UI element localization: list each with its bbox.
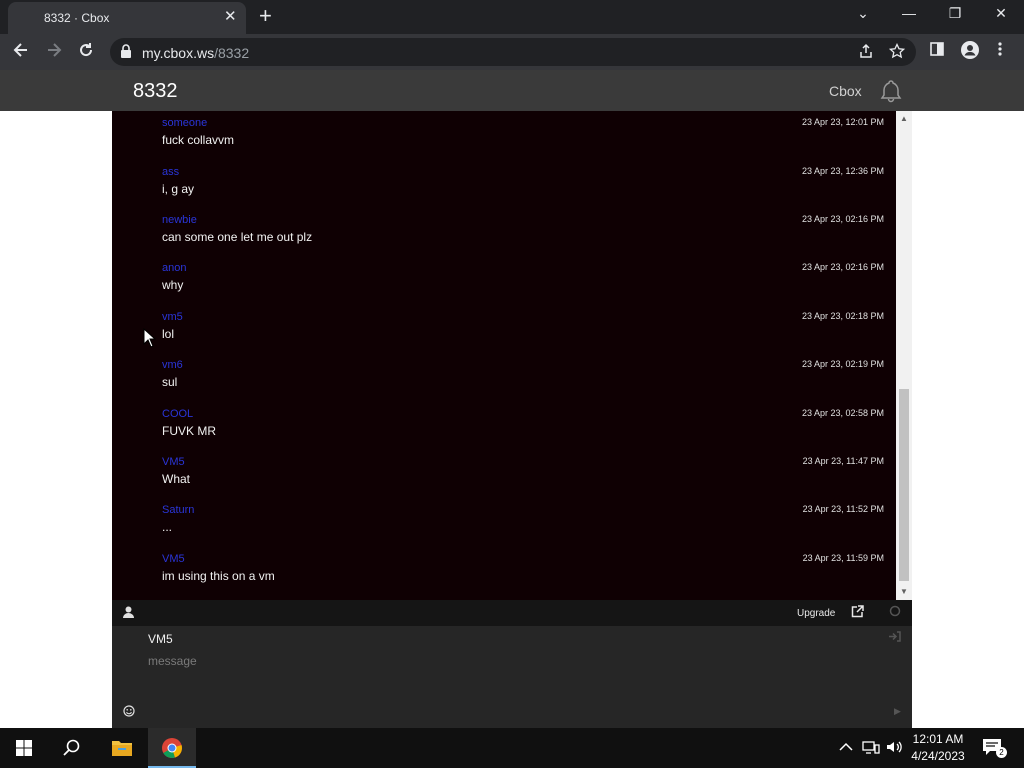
sign-in-icon[interactable]	[889, 631, 901, 645]
message-author[interactable]: Saturn	[162, 504, 194, 516]
message-text: lol	[162, 327, 175, 341]
message-author[interactable]: VM5	[162, 456, 185, 468]
message-time: 23 Apr 23, 02:16 PM	[801, 262, 884, 272]
message-text: fuck collavvm	[162, 133, 235, 147]
bookmark-star-icon[interactable]	[888, 42, 906, 63]
message-item: vm5 lol 23 Apr 23, 02:18 PM	[112, 305, 896, 353]
site-header: 8332 Cbox	[0, 70, 1024, 111]
chat-action-bar: Upgrade	[112, 600, 912, 626]
file-explorer-icon[interactable]	[98, 728, 146, 768]
message-item: VM5 im using this on a vm 23 Apr 23, 11:…	[112, 547, 896, 595]
page-content: 8332 Cbox someone fuck collavvm 23 Apr 2…	[0, 70, 1024, 728]
notification-count-badge: 2	[996, 747, 1007, 758]
tab-title: 8332 · Cbox	[44, 11, 110, 25]
message-author[interactable]: vm6	[162, 359, 183, 371]
message-author[interactable]: anon	[162, 262, 186, 274]
lock-icon[interactable]	[120, 44, 132, 63]
message-author[interactable]: newbie	[162, 214, 197, 226]
message-time: 23 Apr 23, 12:36 PM	[801, 166, 884, 176]
chat-box: someone fuck collavvm 23 Apr 23, 12:01 P…	[112, 111, 912, 728]
message-item: vm6 sul 23 Apr 23, 02:19 PM	[112, 353, 896, 401]
message-time: 23 Apr 23, 12:01 PM	[801, 117, 884, 127]
browser-tab[interactable]: 8332 · Cbox ✕	[8, 2, 246, 34]
message-item: ass i, g ay 23 Apr 23, 12:36 PM	[112, 160, 896, 208]
scroll-up-arrow-icon[interactable]: ▲	[900, 114, 908, 123]
message-item: Saturn ... 23 Apr 23, 11:52 PM	[112, 498, 896, 546]
minimize-icon[interactable]: —	[886, 5, 932, 21]
browser-menu-icon[interactable]	[997, 41, 1003, 62]
message-time: 23 Apr 23, 02:19 PM	[801, 359, 884, 369]
address-bar[interactable]: my.cbox.ws/8332	[110, 38, 916, 66]
share-icon[interactable]	[858, 43, 874, 63]
message-item: VM5 What 23 Apr 23, 11:47 PM	[112, 450, 896, 498]
url-host: my.cbox.ws	[142, 45, 215, 61]
back-icon[interactable]	[12, 41, 30, 63]
message-item: COOL FUVK MR 23 Apr 23, 02:58 PM	[112, 402, 896, 450]
message-author[interactable]: someone	[162, 117, 207, 129]
user-icon[interactable]	[123, 606, 134, 621]
restore-icon[interactable]: ❐	[932, 5, 978, 22]
message-scrollbar[interactable]: ▲ ▼	[896, 111, 912, 600]
name-field[interactable]: VM5	[148, 632, 173, 646]
message-time: 23 Apr 23, 02:16 PM	[801, 214, 884, 224]
message-time: 23 Apr 23, 11:52 PM	[802, 504, 884, 514]
side-panel-icon[interactable]	[929, 41, 945, 62]
message-text: i, g ay	[162, 182, 195, 196]
forward-icon[interactable]	[45, 41, 63, 63]
message-item: newbie can some one let me out plz 23 Ap…	[112, 208, 896, 256]
message-text: can some one let me out plz	[162, 230, 313, 244]
page-title: 8332	[133, 80, 178, 102]
new-tab-icon[interactable]: +	[259, 5, 272, 27]
message-time: 23 Apr 23, 02:18 PM	[801, 311, 884, 321]
message-text: im using this on a vm	[162, 569, 275, 583]
message-item: anon why 23 Apr 23, 02:16 PM	[112, 256, 896, 304]
tab-search-icon[interactable]: ⌄	[840, 5, 886, 22]
windows-taskbar: 12:01 AM 4/24/2023 2	[0, 728, 1024, 768]
taskbar-clock-date[interactable]: 4/24/2023	[910, 749, 966, 763]
message-text: why	[162, 278, 184, 292]
url-text[interactable]: my.cbox.ws/8332	[142, 45, 249, 61]
message-author[interactable]: VM5	[162, 553, 185, 565]
mouse-cursor-icon	[143, 327, 157, 353]
message-item: someone fuck collavvm 23 Apr 23, 12:01 P…	[112, 111, 896, 159]
message-text: ...	[162, 520, 173, 534]
show-hidden-icons-icon[interactable]	[839, 740, 853, 755]
profile-icon[interactable]	[961, 41, 979, 64]
message-time: 23 Apr 23, 11:47 PM	[802, 456, 884, 466]
upgrade-link[interactable]: Upgrade	[797, 608, 835, 619]
scrollbar-thumb[interactable]	[899, 389, 909, 581]
scroll-down-arrow-icon[interactable]: ▼	[900, 587, 908, 596]
message-text: What	[162, 472, 191, 486]
send-icon[interactable]: ▶	[894, 706, 901, 717]
search-icon[interactable]	[48, 728, 96, 768]
message-time: 23 Apr 23, 11:59 PM	[802, 553, 884, 563]
message-input[interactable]: message	[148, 654, 197, 668]
taskbar-clock-time[interactable]: 12:01 AM	[910, 732, 966, 746]
bell-icon[interactable]	[878, 78, 904, 109]
message-composer: VM5 message ▶	[112, 626, 912, 728]
message-author[interactable]: ass	[162, 166, 179, 178]
network-icon[interactable]	[862, 740, 880, 757]
cbox-brand-link[interactable]: Cbox	[829, 83, 862, 99]
message-text: FUVK MR	[162, 424, 216, 438]
notification-center-icon[interactable]: 2	[982, 738, 1007, 761]
refresh-icon[interactable]	[889, 605, 901, 620]
start-button[interactable]	[0, 728, 48, 768]
close-window-icon[interactable]: ✕	[978, 5, 1024, 22]
reload-icon[interactable]	[77, 41, 95, 63]
chrome-taskbar-icon[interactable]	[148, 728, 196, 768]
message-list[interactable]: someone fuck collavvm 23 Apr 23, 12:01 P…	[112, 111, 896, 600]
browser-tabstrip: 8332 · Cbox ✕ + ⌄ — ❐ ✕	[0, 0, 1024, 34]
tab-close-icon[interactable]: ✕	[224, 8, 237, 26]
volume-icon[interactable]	[886, 740, 904, 757]
message-text: sul	[162, 375, 178, 389]
external-link-icon[interactable]	[851, 605, 864, 621]
message-author[interactable]: COOL	[162, 408, 193, 420]
browser-toolbar: my.cbox.ws/8332	[0, 34, 1024, 70]
emoji-icon[interactable]	[123, 705, 135, 720]
url-path: /8332	[214, 45, 250, 61]
message-author[interactable]: vm5	[162, 311, 183, 323]
message-time: 23 Apr 23, 02:58 PM	[801, 408, 884, 418]
